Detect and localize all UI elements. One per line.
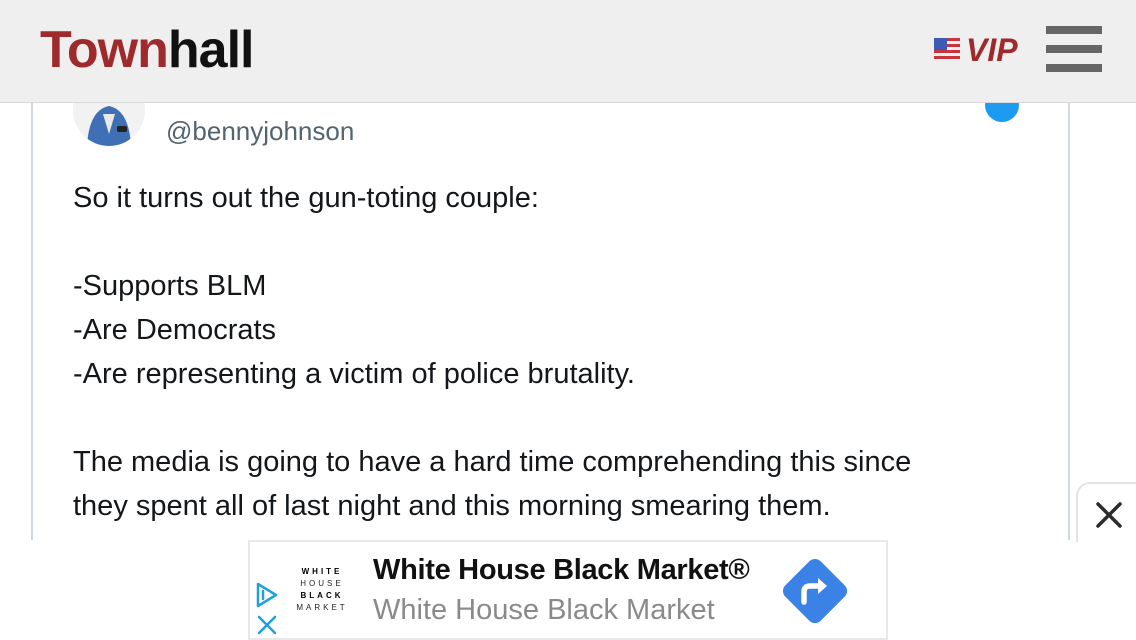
close-icon[interactable]: [256, 614, 278, 636]
tweet-line: [73, 220, 1033, 264]
tweet-handle[interactable]: @bennyjohnson: [166, 116, 354, 147]
hamburger-menu-icon[interactable]: [1046, 26, 1102, 72]
logo-part-town: Town: [40, 21, 169, 79]
brand-logo-line: WHITE: [301, 567, 343, 576]
ad-subtitle[interactable]: White House Black Market: [373, 594, 715, 627]
townhall-logo[interactable]: Townhall: [40, 21, 255, 79]
brand-logo-line: BLACK: [300, 591, 344, 600]
vip-link[interactable]: VIP: [934, 32, 1018, 68]
brand-logo-line: MARKET: [296, 603, 348, 612]
tweet-text: So it turns out the gun-toting couple: -…: [73, 176, 1033, 528]
tweet-line: -Are representing a victim of police bru…: [73, 358, 635, 390]
logo-part-hall: hall: [167, 21, 255, 79]
menu-bar: [1046, 64, 1102, 72]
tweet-line: -Supports BLM: [73, 270, 267, 302]
flag-icon: [934, 38, 960, 59]
menu-bar: [1046, 26, 1102, 34]
tweet-line: So it turns out the gun-toting couple:: [73, 182, 539, 214]
ad-strip: WHITE HOUSE BLACK MARKET White House Bla…: [0, 540, 1136, 640]
site-header: Townhall VIP: [0, 0, 1136, 103]
tweet-line: they spent all of last night and this mo…: [73, 490, 831, 522]
brand-logo[interactable]: WHITE HOUSE BLACK MARKET: [290, 566, 354, 614]
tweet-line: [73, 396, 1033, 440]
ad-close-button[interactable]: [1076, 482, 1136, 542]
adchoices-icon[interactable]: [254, 582, 280, 608]
ad-title[interactable]: White House Black Market®: [373, 554, 750, 587]
vip-label: VIP: [966, 32, 1018, 68]
brand-logo-line: HOUSE: [300, 579, 344, 588]
directions-icon[interactable]: [778, 554, 852, 628]
close-icon: [1096, 502, 1122, 528]
embedded-tweet-card[interactable]: @bennyjohnson So it turns out the gun-to…: [31, 40, 1070, 600]
tweet-line: The media is going to have a hard time c…: [73, 446, 912, 478]
menu-bar: [1046, 45, 1102, 53]
ad-banner[interactable]: WHITE HOUSE BLACK MARKET White House Bla…: [248, 540, 888, 640]
tweet-line: -Are Democrats: [73, 314, 277, 346]
